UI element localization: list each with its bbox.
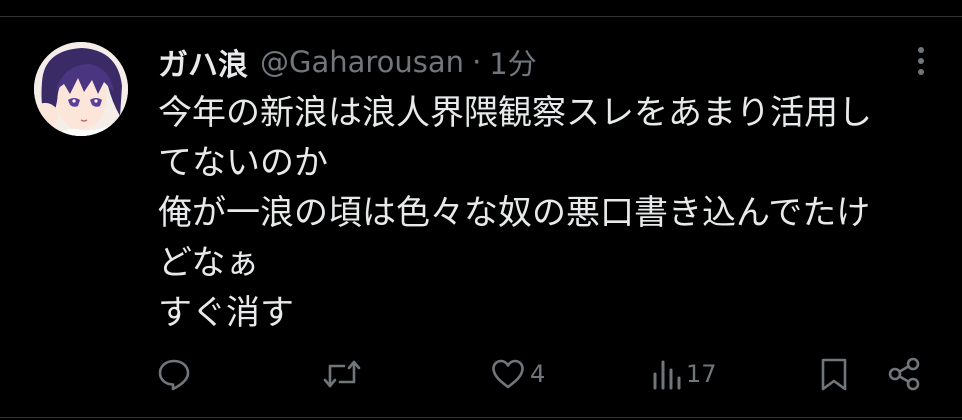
avatar[interactable] — [34, 42, 128, 136]
reply-button[interactable] — [156, 356, 192, 392]
tweet-text-line: 今年の新浪は浪人界隈観察スレをあまり活用し — [158, 93, 872, 133]
tweet-text-line: すぐ消す — [158, 293, 294, 333]
user-handle[interactable]: @Gaharousan — [260, 45, 464, 79]
bookmark-icon — [821, 358, 847, 391]
share-nodes-icon — [888, 357, 920, 391]
more-options-button[interactable] — [906, 44, 936, 78]
tweet-text: 今年の新浪は浪人界隈観察スレをあまり活用し てないのか 俺が一浪の頃は色々な奴の… — [158, 88, 948, 338]
tweet-text-line: 俺が一浪の頃は色々な奴の悪口書き込んでたけ — [158, 193, 871, 233]
like-button[interactable]: 4 — [490, 356, 545, 392]
retweet-button[interactable] — [322, 356, 362, 392]
timestamp[interactable]: 1分 — [489, 41, 536, 83]
retweet-icon — [323, 360, 361, 388]
tweet-header: ガハ浪 @Gaharousan · 1分 — [158, 40, 537, 84]
like-count: 4 — [530, 360, 546, 388]
bar-chart-icon — [653, 360, 681, 390]
share-button[interactable] — [886, 356, 922, 392]
display-name[interactable]: ガハ浪 — [158, 40, 248, 84]
vertical-dots-icon — [918, 47, 924, 75]
bottom-divider — [0, 417, 962, 418]
reply-bubble-icon — [158, 359, 190, 391]
anime-character-avatar-icon — [34, 42, 128, 136]
separator-dot: · — [472, 45, 482, 79]
views-button[interactable]: 17 — [650, 356, 717, 392]
tweet-text-line: てないのか — [158, 143, 328, 183]
bookmark-button[interactable] — [818, 356, 850, 392]
heart-icon — [492, 359, 524, 389]
views-count: 17 — [686, 360, 717, 388]
tweet-text-line: どなぁ — [158, 243, 260, 283]
top-divider — [0, 16, 962, 17]
